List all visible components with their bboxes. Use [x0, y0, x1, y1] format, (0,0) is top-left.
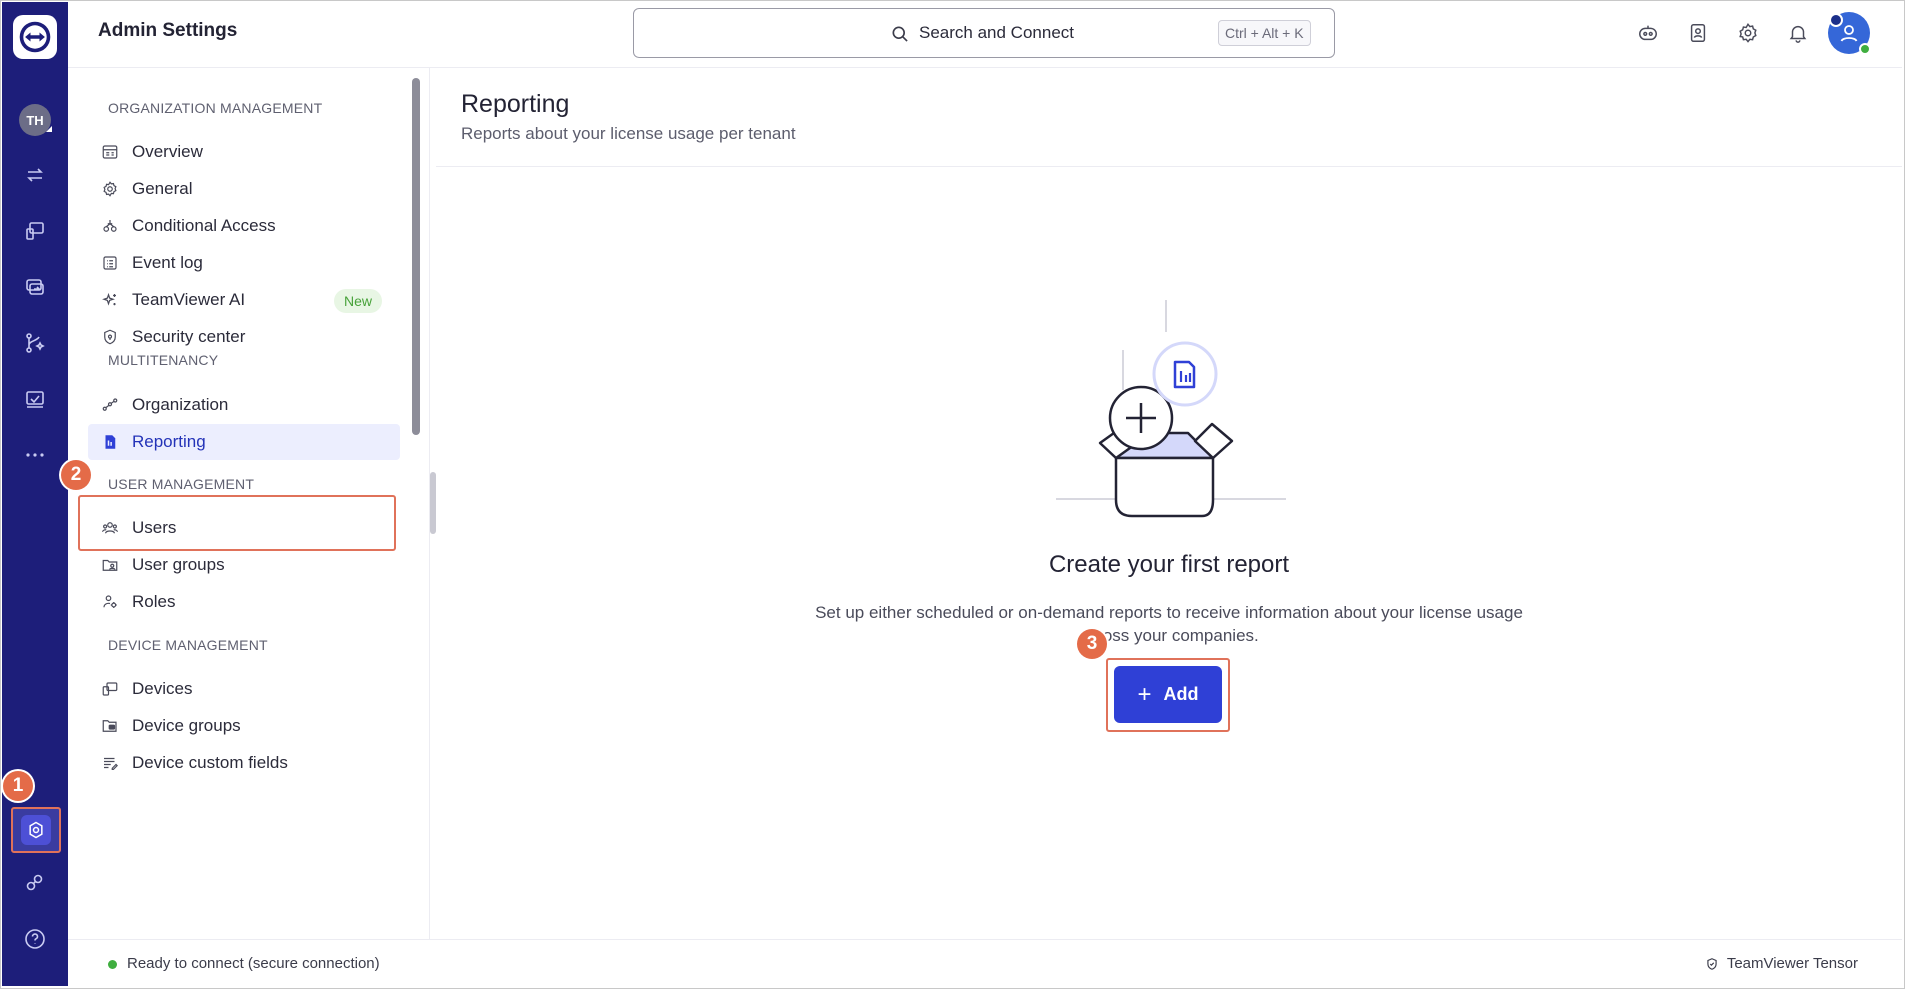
nav-item-user-groups[interactable]: User groups — [98, 547, 398, 583]
top-bar: Admin Settings Search and Connect Ctrl +… — [68, 2, 1902, 68]
organization-icon — [100, 395, 120, 415]
nav-item-label: Devices — [132, 679, 193, 698]
header-divider — [436, 166, 1902, 167]
notifications-bell-icon[interactable] — [1785, 20, 1811, 46]
nav-item-label: Device groups — [132, 716, 241, 735]
rail-avatar-initials: TH — [26, 112, 44, 128]
overview-icon — [100, 142, 120, 162]
event-log-icon — [100, 253, 120, 273]
empty-state-description-line1: Set up either scheduled or on-demand rep… — [815, 603, 1523, 622]
nav-scrollbar[interactable] — [412, 78, 420, 435]
remote-devices-icon[interactable] — [21, 217, 49, 245]
verified-shield-icon — [1829, 13, 1843, 27]
nav-item-devices[interactable]: Devices — [98, 671, 398, 707]
nav-item-label: Conditional Access — [132, 216, 276, 235]
product-name: TeamViewer Tensor — [1726, 955, 1858, 972]
nav-item-device-groups[interactable]: Device groups — [98, 708, 398, 744]
nav-item-event-log[interactable]: Event log — [98, 245, 398, 281]
nav-item-label: Security center — [132, 327, 246, 346]
nav-item-teamviewer-ai[interactable]: TeamViewer AI New — [98, 282, 398, 318]
empty-state-description-line2: across your companies. — [1079, 626, 1259, 645]
search-placeholder: Search and Connect — [919, 23, 1074, 42]
nav-item-label: General — [132, 179, 193, 198]
page-subtitle: Reports about your license usage per ten… — [461, 124, 796, 143]
add-report-button[interactable]: + Add — [1114, 666, 1222, 723]
sessions-icon[interactable] — [21, 273, 49, 301]
search-icon — [892, 26, 908, 42]
connection-status-text: Ready to connect (secure connection) — [127, 955, 380, 972]
section-heading-device-management: DEVICE MANAGEMENT — [108, 637, 268, 653]
help-icon[interactable] — [21, 925, 49, 953]
empty-state-description: Set up either scheduled or on-demand rep… — [766, 601, 1572, 647]
device-groups-icon — [100, 716, 120, 736]
nav-item-general[interactable]: General — [98, 171, 398, 207]
section-heading-organization: ORGANIZATION MANAGEMENT — [108, 100, 323, 116]
devices-icon — [100, 679, 120, 699]
page-header-title: Admin Settings — [98, 20, 238, 41]
admin-settings-button[interactable] — [11, 807, 61, 853]
connection-status-dot — [108, 960, 117, 969]
nav-item-reporting[interactable]: Reporting — [88, 424, 400, 460]
nav-item-label: User groups — [132, 555, 225, 574]
product-label: TeamViewer Tensor — [1705, 955, 1858, 972]
nav-item-security-center[interactable]: Security center — [98, 319, 398, 355]
transfer-icon[interactable] — [21, 161, 49, 189]
reporting-icon — [100, 432, 120, 452]
contacts-icon[interactable] — [1685, 20, 1711, 46]
nav-item-roles[interactable]: Roles — [98, 584, 398, 620]
step-badge-2: 2 — [61, 460, 91, 490]
sparkle-icon — [100, 290, 120, 310]
main-content: Reporting Reports about your license usa… — [436, 68, 1902, 939]
gear-icon — [100, 179, 120, 199]
app-rail: TH — [2, 2, 68, 986]
ai-assistant-icon[interactable] — [1635, 20, 1661, 46]
empty-state-title: Create your first report — [1048, 551, 1290, 578]
search-input[interactable]: Search and Connect Ctrl + Alt + K — [633, 8, 1335, 58]
add-report-label: Add — [1163, 684, 1199, 704]
new-badge: New — [333, 289, 382, 313]
plus-icon: + — [1137, 680, 1152, 708]
shield-icon — [100, 327, 120, 347]
section-heading-user-management: USER MANAGEMENT — [108, 476, 255, 492]
admin-settings-icon — [21, 815, 51, 845]
nav-item-label: Roles — [132, 592, 176, 611]
monitoring-icon[interactable] — [21, 385, 49, 413]
teamviewer-logo-icon — [19, 21, 51, 53]
nav-item-label: Organization — [132, 395, 229, 414]
page-title: Reporting — [461, 90, 570, 118]
nav-item-organization[interactable]: Organization — [98, 387, 398, 423]
nav-item-label: Overview — [132, 142, 203, 161]
teamviewer-logo[interactable] — [13, 15, 57, 59]
reporting-highlight-box — [78, 495, 396, 551]
tensor-shield-icon — [1707, 957, 1717, 970]
conditional-access-icon — [100, 216, 120, 236]
nav-item-device-custom-fields[interactable]: Device custom fields — [98, 745, 398, 781]
nav-item-label: TeamViewer AI — [132, 290, 246, 309]
status-bar: Ready to connect (secure connection) Tea… — [68, 939, 1902, 986]
step-badge-1: 1 — [3, 771, 33, 801]
section-heading-multitenancy: MULTITENANCY — [108, 352, 219, 368]
nav-item-conditional-access[interactable]: Conditional Access — [98, 208, 398, 244]
avatar-caret-icon — [46, 126, 52, 132]
settings-gear-icon[interactable] — [1735, 20, 1761, 46]
integrations-icon[interactable] — [21, 869, 49, 897]
more-icon[interactable] — [21, 441, 49, 469]
nav-item-label: Device custom fields — [132, 753, 288, 772]
nav-item-label: Event log — [132, 253, 203, 272]
empty-report-illustration-icon — [1056, 300, 1286, 518]
roles-icon — [100, 592, 120, 612]
custom-fields-icon — [100, 753, 120, 773]
nav-item-overview[interactable]: Overview — [98, 134, 398, 170]
step-badge-3: 3 — [1077, 629, 1107, 659]
user-groups-icon — [100, 555, 120, 575]
online-status-dot — [1859, 43, 1871, 55]
search-shortcut: Ctrl + Alt + K — [1218, 20, 1311, 46]
nav-item-label: Reporting — [132, 432, 206, 451]
user-avatar[interactable] — [1828, 12, 1871, 55]
workflow-icon[interactable] — [21, 329, 49, 357]
